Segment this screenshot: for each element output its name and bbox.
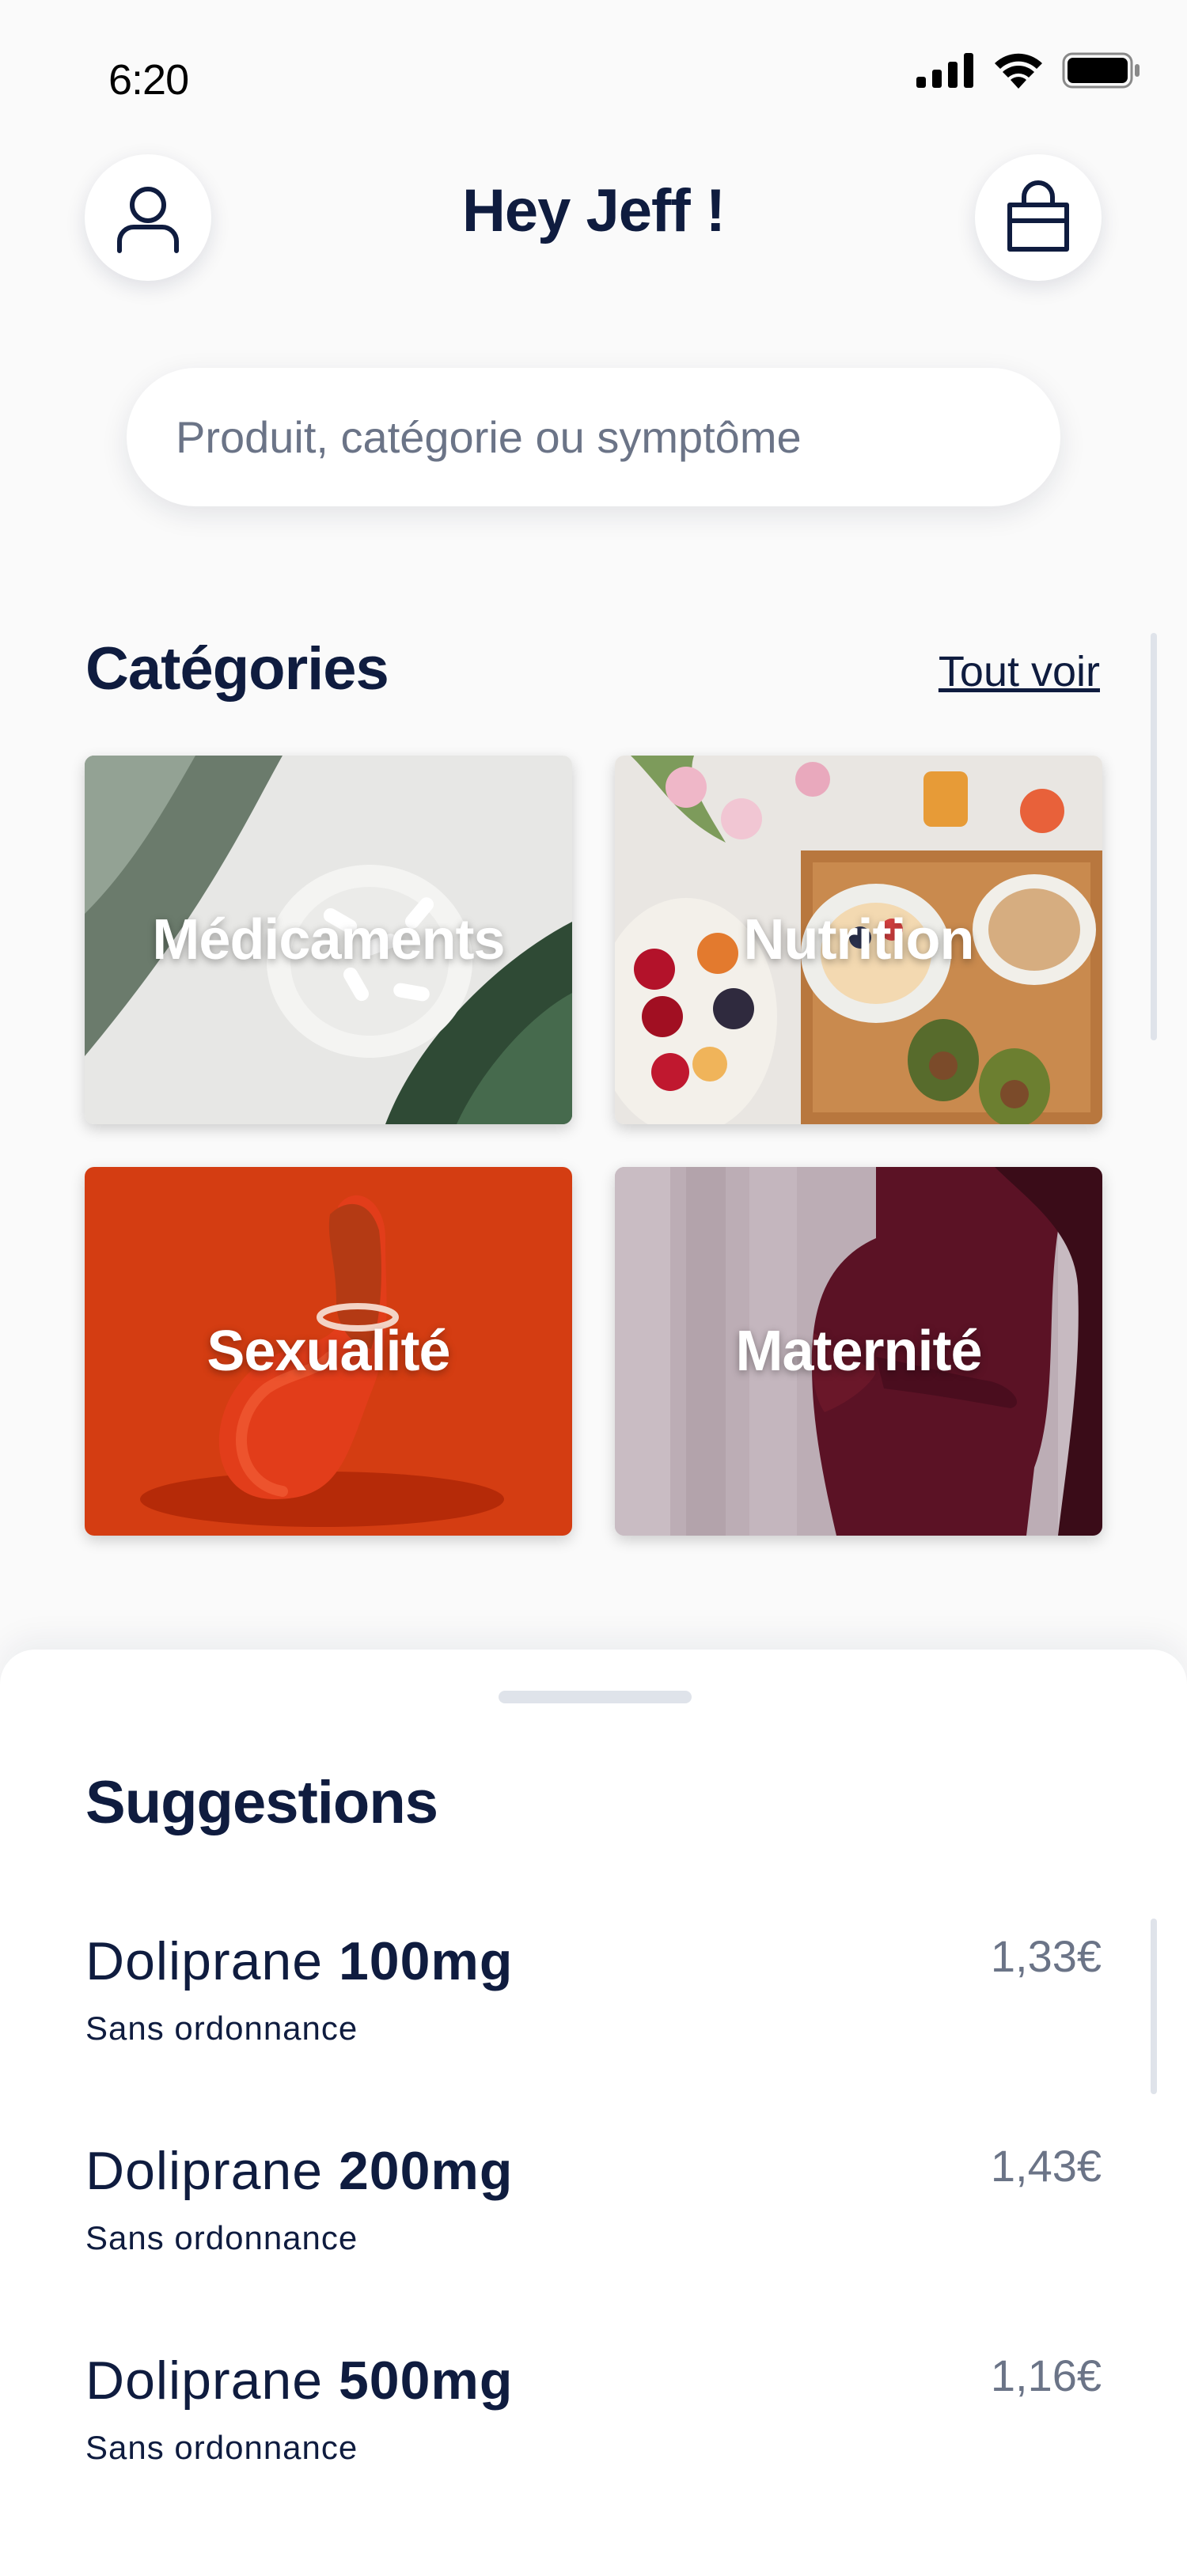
sheet-drag-handle[interactable] [499, 1691, 692, 1703]
product-dose: 200mg [338, 2141, 514, 2201]
categories-title: Catégories [85, 635, 389, 703]
signal-icon [916, 53, 973, 88]
wifi-icon [995, 53, 1042, 89]
category-label: Sexualité [207, 1320, 450, 1383]
item-subtitle: Sans ordonnance [85, 2010, 358, 2047]
scrollbar[interactable] [1151, 633, 1157, 1040]
item-name: Doliprane 500mg [85, 2350, 1102, 2411]
battery-icon [1062, 52, 1140, 89]
product-name: Doliprane [85, 2141, 324, 2201]
product-name: Doliprane [85, 1931, 324, 1991]
item-subtitle: Sans ordonnance [85, 2429, 358, 2466]
product-dose: 500mg [338, 2351, 514, 2411]
category-label: Maternité [735, 1320, 982, 1383]
suggestions-sheet: Suggestions Doliprane 100mg Sans ordonna… [0, 1650, 1187, 2576]
product-name: Doliprane [85, 2351, 324, 2411]
item-subtitle: Sans ordonnance [85, 2219, 358, 2256]
category-card-sexualite[interactable]: Sexualité [85, 1167, 572, 1536]
status-icons [916, 52, 1141, 89]
category-card-medicaments[interactable]: Médicaments [85, 756, 572, 1124]
item-name: Doliprane 200mg [85, 2140, 1102, 2202]
list-item[interactable]: Doliprane 100mg Sans ordonnance 1,33€ [85, 1930, 1102, 2089]
category-label: Médicaments [152, 908, 505, 972]
search-placeholder: Produit, catégorie ou symptôme [176, 412, 802, 462]
list-item[interactable]: Doliprane 500mg Sans ordonnance 1,16€ [85, 2350, 1102, 2508]
status-time: 6:20 [108, 56, 189, 104]
category-label: Nutrition [743, 908, 975, 972]
header: Hey Jeff ! [0, 154, 1187, 289]
item-name: Doliprane 100mg [85, 1930, 1102, 1992]
category-card-nutrition[interactable]: Nutrition [615, 756, 1102, 1124]
search-input[interactable]: Produit, catégorie ou symptôme [127, 368, 1060, 506]
item-price: 1,16€ [990, 2351, 1102, 2400]
cart-button[interactable] [975, 154, 1102, 281]
category-card-maternite[interactable]: Maternité [615, 1167, 1102, 1536]
see-all-link[interactable]: Tout voir [939, 647, 1100, 696]
item-price: 1,33€ [990, 1931, 1102, 1981]
shopping-bag-icon [1007, 180, 1069, 252]
status-bar: 6:20 [0, 0, 1187, 142]
list-item[interactable]: Doliprane 200mg Sans ordonnance 1,43€ [85, 2140, 1102, 2298]
suggestions-title: Suggestions [85, 1769, 438, 1836]
scrollbar[interactable] [1151, 1919, 1157, 2094]
item-price: 1,43€ [990, 2141, 1102, 2191]
product-dose: 100mg [338, 1931, 514, 1991]
